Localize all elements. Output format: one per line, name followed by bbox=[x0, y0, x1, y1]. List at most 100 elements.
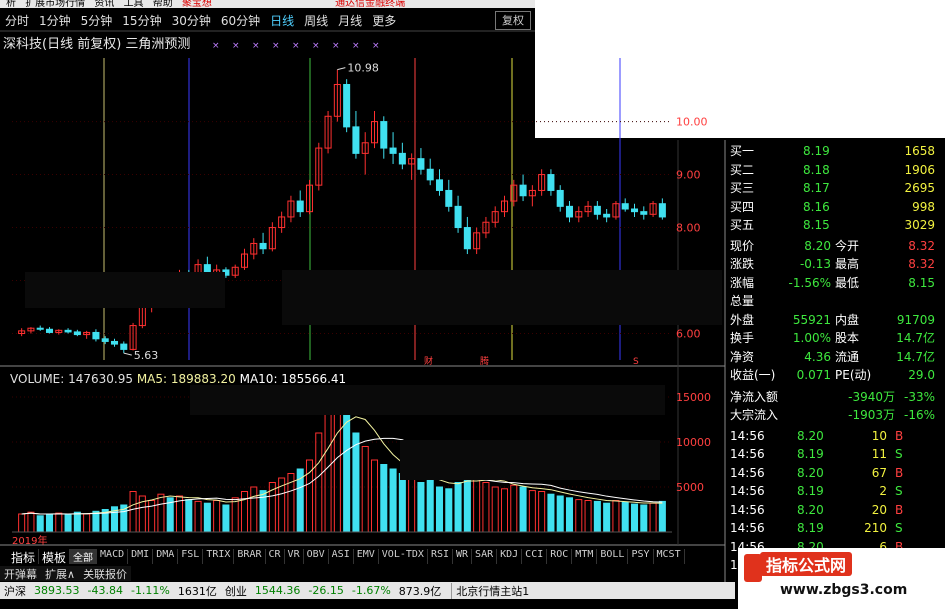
stat-label: 换手 bbox=[730, 331, 755, 345]
bid-volume: 3029 bbox=[904, 218, 935, 232]
stat-value: 8.32 bbox=[908, 257, 935, 271]
volume-bar bbox=[417, 482, 425, 533]
indicator-tab[interactable]: KDJ bbox=[497, 549, 523, 564]
volume-bar bbox=[593, 500, 601, 533]
flow-percent: -16% bbox=[903, 408, 935, 422]
volume-bar bbox=[27, 511, 35, 533]
bid-volume: 1658 bbox=[904, 144, 935, 158]
ma10-value: MA10: 185566.41 bbox=[239, 372, 347, 386]
candle-body bbox=[36, 327, 44, 330]
stat-label: 净资 bbox=[730, 349, 755, 364]
stat-row: 现价 8.20 今开 8.32 bbox=[727, 238, 937, 255]
indicator-tab[interactable]: 模板 bbox=[39, 549, 71, 565]
related-quote-button[interactable]: 关联报价 bbox=[79, 566, 131, 581]
server-name[interactable]: 北京行情主站1 bbox=[451, 582, 533, 599]
candle-body bbox=[463, 227, 471, 250]
event-marker: × bbox=[212, 41, 220, 51]
obscured-region bbox=[282, 270, 722, 325]
volume-bar bbox=[435, 486, 444, 533]
volume-bar bbox=[621, 501, 629, 533]
volume-bar bbox=[194, 500, 202, 533]
volume-bar bbox=[55, 512, 63, 533]
event-marker: × bbox=[252, 41, 260, 51]
tick-volume: 20 bbox=[871, 502, 887, 517]
indicator-tab[interactable]: 全部 bbox=[70, 549, 98, 564]
indicator-tab[interactable]: BRAR bbox=[234, 549, 266, 564]
indicator-tab[interactable]: OBV bbox=[304, 549, 329, 564]
tick-price: 8.20 bbox=[797, 465, 824, 480]
event-badge: 腾 bbox=[480, 355, 489, 367]
stat-label: 流通 bbox=[835, 349, 860, 364]
volume-bar bbox=[92, 510, 100, 533]
indicator-tab[interactable]: MCST bbox=[654, 549, 685, 564]
volume-bar bbox=[603, 502, 611, 533]
volume-bar bbox=[380, 464, 388, 533]
bid-row: 买四 8.16 998 bbox=[727, 199, 937, 216]
tick-row: 14:56 8.20 67 B bbox=[727, 465, 937, 482]
indicator-tab[interactable]: DMA bbox=[153, 549, 179, 564]
tick-row: 14:56 8.20 10 B bbox=[727, 428, 937, 445]
tick-volume: 67 bbox=[871, 465, 887, 480]
indicator-tab[interactable]: CCI bbox=[522, 549, 548, 564]
brand-url: www.zbgs3.com bbox=[780, 582, 908, 598]
volume-bar bbox=[203, 502, 211, 533]
sub-tabs: 开弹幕 扩展∧ 关联报价 bbox=[0, 566, 132, 581]
cy-name: 创业 bbox=[224, 584, 247, 598]
status-bar: 沪深 3893.53 -43.84 -1.11% 1631亿 创业 1544.3… bbox=[0, 582, 735, 599]
indicator-tab[interactable]: VOL-TDX bbox=[379, 549, 428, 564]
indicator-tab[interactable]: MTM bbox=[572, 549, 598, 564]
candle-body bbox=[343, 83, 351, 128]
volume-bar bbox=[389, 468, 397, 533]
indicator-tab[interactable]: WR bbox=[453, 549, 473, 564]
volume-bar bbox=[584, 500, 592, 533]
bid-price: 8.18 bbox=[803, 162, 830, 177]
indicator-tab[interactable]: BOLL bbox=[597, 549, 629, 564]
stat-label: PE(动) bbox=[835, 368, 872, 382]
indicator-tab[interactable]: ASI bbox=[329, 549, 354, 564]
indicator-tab[interactable]: SAR bbox=[472, 549, 498, 564]
bid-price: 8.16 bbox=[803, 199, 830, 214]
extend-button[interactable]: 扩展∧ bbox=[41, 566, 79, 581]
bid-price: 8.17 bbox=[803, 181, 830, 195]
candle-body bbox=[398, 152, 406, 165]
volume-bar bbox=[18, 513, 26, 533]
tick-volume: 11 bbox=[871, 447, 887, 461]
volume-bar bbox=[343, 414, 351, 533]
y-tick-label: 10.00 bbox=[676, 116, 708, 129]
indicator-tab[interactable]: CR bbox=[266, 549, 285, 564]
candle-body bbox=[101, 338, 109, 342]
indicator-tab[interactable]: EMV bbox=[354, 549, 379, 564]
event-marker: × bbox=[292, 41, 300, 51]
tick-time: 14:56 bbox=[730, 484, 765, 498]
event-badge: 财 bbox=[424, 355, 433, 367]
candle-body bbox=[417, 158, 425, 170]
stat-label: 外盘 bbox=[730, 312, 755, 327]
indicator-tab[interactable]: RSI bbox=[428, 549, 453, 564]
stat-label: 股本 bbox=[835, 331, 860, 345]
indicator-tab[interactable]: TRIX bbox=[203, 549, 235, 564]
indicator-tab[interactable]: MACD bbox=[97, 549, 129, 564]
indicator-tab[interactable]: 指标 bbox=[8, 549, 40, 565]
indicator-tab[interactable]: DMI bbox=[128, 549, 154, 564]
tick-price: 8.20 bbox=[797, 428, 824, 443]
tick-side: S bbox=[895, 484, 903, 498]
indicator-tab[interactable]: ROC bbox=[547, 549, 573, 564]
tick-time: 14:56 bbox=[730, 447, 765, 461]
indicator-tab[interactable]: VR bbox=[285, 549, 304, 564]
stat-label: 涨幅 bbox=[730, 275, 755, 290]
candle-body bbox=[556, 189, 564, 207]
event-marker: × bbox=[272, 41, 280, 51]
volume-bar bbox=[640, 504, 648, 533]
tick-time: 14:56 bbox=[730, 521, 765, 535]
stat-value: 8.32 bbox=[908, 238, 935, 253]
candle-body bbox=[565, 205, 574, 218]
tick-volume: 10 bbox=[871, 428, 887, 443]
flow-label: 大宗流入 bbox=[730, 408, 779, 422]
stat-label: 内盘 bbox=[835, 312, 860, 327]
volume-bar bbox=[612, 500, 620, 533]
indicator-tab[interactable]: PSY bbox=[628, 549, 654, 564]
danmaku-button[interactable]: 开弹幕 bbox=[0, 566, 41, 581]
stat-value: 8.20 bbox=[804, 238, 831, 253]
ma5-value: MA5: 189883.20 bbox=[136, 372, 236, 386]
indicator-tab[interactable]: FSL bbox=[178, 549, 204, 564]
